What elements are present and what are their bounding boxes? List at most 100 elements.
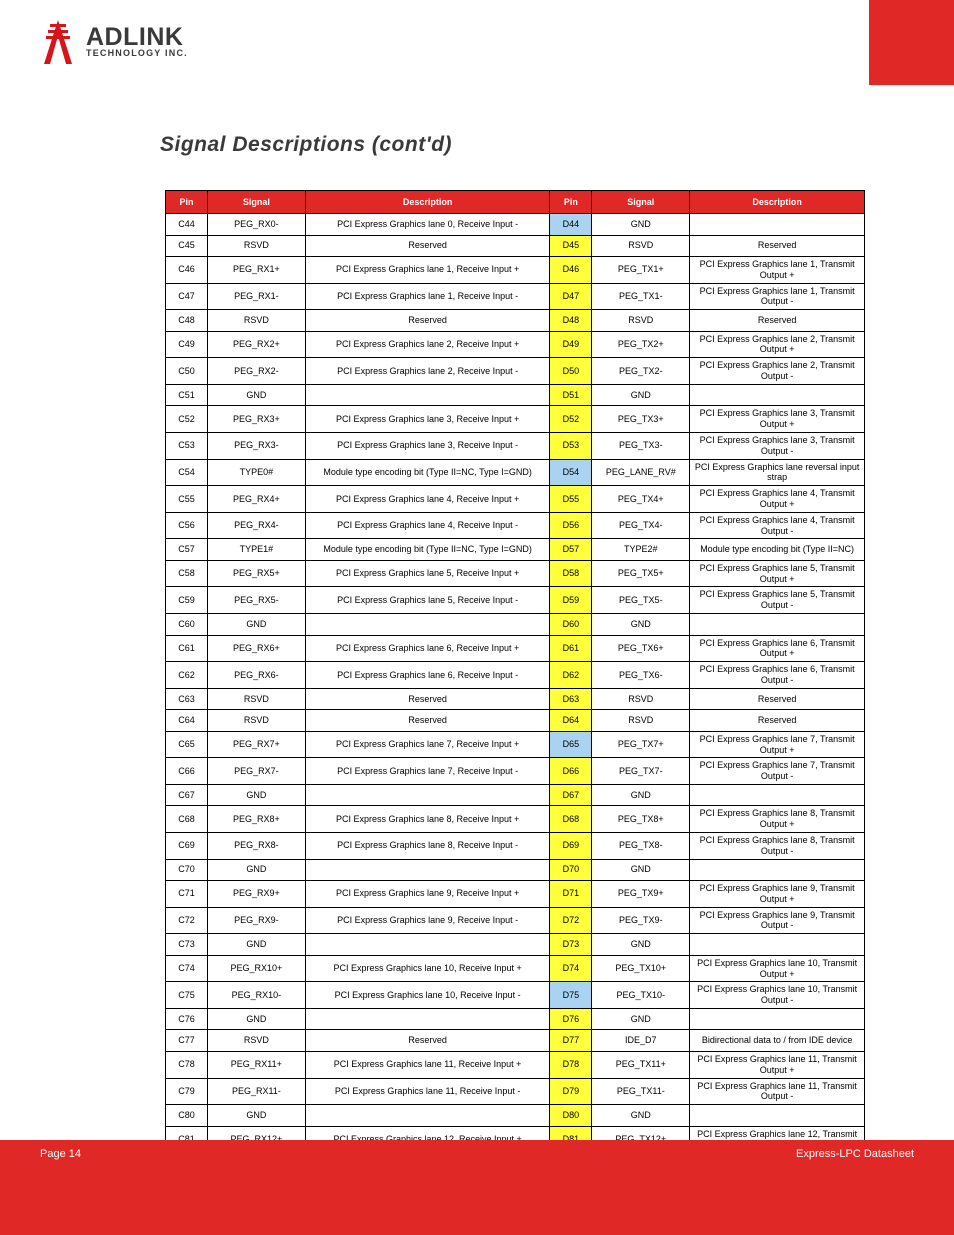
cell-pin-left: C62 [166,662,208,689]
col-desc-left: Description [305,191,550,214]
cell-desc-left: PCI Express Graphics lane 2, Receive Inp… [305,358,550,385]
page-tab [869,0,954,85]
cell-desc-left: Reserved [305,235,550,257]
cell-desc-right: PCI Express Graphics lane 3, Transmit Ou… [690,432,865,459]
cell-pin-left: C53 [166,432,208,459]
cell-signal-right: PEG_TX5+ [592,560,690,587]
cell-pin-left: C49 [166,331,208,358]
cell-signal-left: PEG_RX6+ [207,635,305,662]
cell-desc-left: PCI Express Graphics lane 1, Receive Inp… [305,257,550,284]
cell-desc-left: Reserved [305,310,550,332]
cell-desc-left: PCI Express Graphics lane 2, Receive Inp… [305,331,550,358]
cell-desc-left: PCI Express Graphics lane 10, Receive In… [305,982,550,1009]
cell-signal-right: GND [592,1008,690,1030]
cell-desc-right: PCI Express Graphics lane 4, Transmit Ou… [690,486,865,513]
cell-desc-left: PCI Express Graphics lane 0, Receive Inp… [305,214,550,236]
cell-pin-right: D46 [550,257,592,284]
cell-pin-right: D59 [550,587,592,614]
footer-doc: Express-LPC Datasheet [796,1148,914,1160]
table-row: C67GNDD67GND [166,784,865,806]
cell-desc-right: Reserved [690,235,865,257]
cell-pin-left: C52 [166,406,208,433]
cell-desc-left [305,859,550,881]
cell-desc-right: PCI Express Graphics lane 7, Transmit Ou… [690,758,865,785]
cell-pin-left: C70 [166,859,208,881]
cell-pin-left: C50 [166,358,208,385]
cell-desc-left: PCI Express Graphics lane 8, Receive Inp… [305,806,550,833]
cell-pin-left: C79 [166,1078,208,1105]
cell-pin-left: C64 [166,710,208,732]
cell-signal-right: PEG_TX4- [592,512,690,539]
cell-pin-right: D63 [550,688,592,710]
cell-desc-right: PCI Express Graphics lane 5, Transmit Ou… [690,560,865,587]
table-row: C65PEG_RX7+PCI Express Graphics lane 7, … [166,731,865,758]
cell-signal-left: TYPE0# [207,459,305,486]
cell-desc-left: PCI Express Graphics lane 11, Receive In… [305,1078,550,1105]
cell-pin-right: D55 [550,486,592,513]
col-desc-right: Description [690,191,865,214]
cell-pin-right: D60 [550,614,592,636]
table-row: C66PEG_RX7-PCI Express Graphics lane 7, … [166,758,865,785]
cell-pin-right: D75 [550,982,592,1009]
cell-desc-right [690,384,865,406]
cell-pin-left: C48 [166,310,208,332]
cell-signal-left: RSVD [207,310,305,332]
cell-pin-left: C57 [166,539,208,561]
table-row: C52PEG_RX3+PCI Express Graphics lane 3, … [166,406,865,433]
cell-signal-right: RSVD [592,688,690,710]
cell-pin-right: D65 [550,731,592,758]
cell-desc-left: PCI Express Graphics lane 9, Receive Inp… [305,881,550,908]
cell-desc-left: PCI Express Graphics lane 4, Receive Inp… [305,512,550,539]
cell-desc-right [690,859,865,881]
cell-pin-left: C69 [166,833,208,860]
cell-desc-right: PCI Express Graphics lane 7, Transmit Ou… [690,731,865,758]
cell-desc-left: PCI Express Graphics lane 6, Receive Inp… [305,635,550,662]
cell-signal-right: PEG_TX2- [592,358,690,385]
cell-pin-left: C51 [166,384,208,406]
cell-desc-right [690,614,865,636]
cell-pin-right: D61 [550,635,592,662]
table-row: C74PEG_RX10+PCI Express Graphics lane 10… [166,955,865,982]
table-row: C68PEG_RX8+PCI Express Graphics lane 8, … [166,806,865,833]
cell-signal-left: GND [207,1105,305,1127]
table-row: C57TYPE1#Module type encoding bit (Type … [166,539,865,561]
cell-signal-right: GND [592,1105,690,1127]
cell-desc-right: PCI Express Graphics lane 6, Transmit Ou… [690,635,865,662]
cell-signal-right: PEG_TX6- [592,662,690,689]
cell-signal-left: RSVD [207,235,305,257]
cell-signal-left: PEG_RX8- [207,833,305,860]
cell-signal-right: PEG_TX10- [592,982,690,1009]
cell-pin-right: D58 [550,560,592,587]
cell-signal-left: PEG_RX3+ [207,406,305,433]
cell-pin-right: D67 [550,784,592,806]
cell-pin-right: D64 [550,710,592,732]
cell-signal-right: PEG_TX3- [592,432,690,459]
cell-desc-right: PCI Express Graphics lane 10, Transmit O… [690,982,865,1009]
cell-signal-right: GND [592,384,690,406]
cell-signal-right: GND [592,614,690,636]
cell-pin-right: D76 [550,1008,592,1030]
cell-desc-right: Bidirectional data to / from IDE device [690,1030,865,1052]
cell-pin-left: C47 [166,283,208,310]
cell-signal-right: PEG_TX9+ [592,881,690,908]
cell-desc-left: PCI Express Graphics lane 5, Receive Inp… [305,587,550,614]
brand-name: ADLINK [86,26,188,49]
cell-pin-right: D49 [550,331,592,358]
cell-desc-right: Reserved [690,710,865,732]
table-row: C77RSVDReservedD77IDE_D7Bidirectional da… [166,1030,865,1052]
cell-desc-left [305,934,550,956]
cell-desc-right: Module type encoding bit (Type II=NC) [690,539,865,561]
cell-signal-left: RSVD [207,1030,305,1052]
cell-desc-left [305,384,550,406]
cell-pin-left: C54 [166,459,208,486]
cell-pin-right: D51 [550,384,592,406]
cell-signal-right: GND [592,214,690,236]
cell-desc-left: PCI Express Graphics lane 3, Receive Inp… [305,432,550,459]
cell-desc-left: PCI Express Graphics lane 3, Receive Inp… [305,406,550,433]
cell-desc-right [690,784,865,806]
col-signal-right: Signal [592,191,690,214]
cell-signal-left: PEG_RX2- [207,358,305,385]
cell-desc-right: PCI Express Graphics lane 5, Transmit Ou… [690,587,865,614]
cell-desc-left: PCI Express Graphics lane 7, Receive Inp… [305,758,550,785]
col-signal-left: Signal [207,191,305,214]
